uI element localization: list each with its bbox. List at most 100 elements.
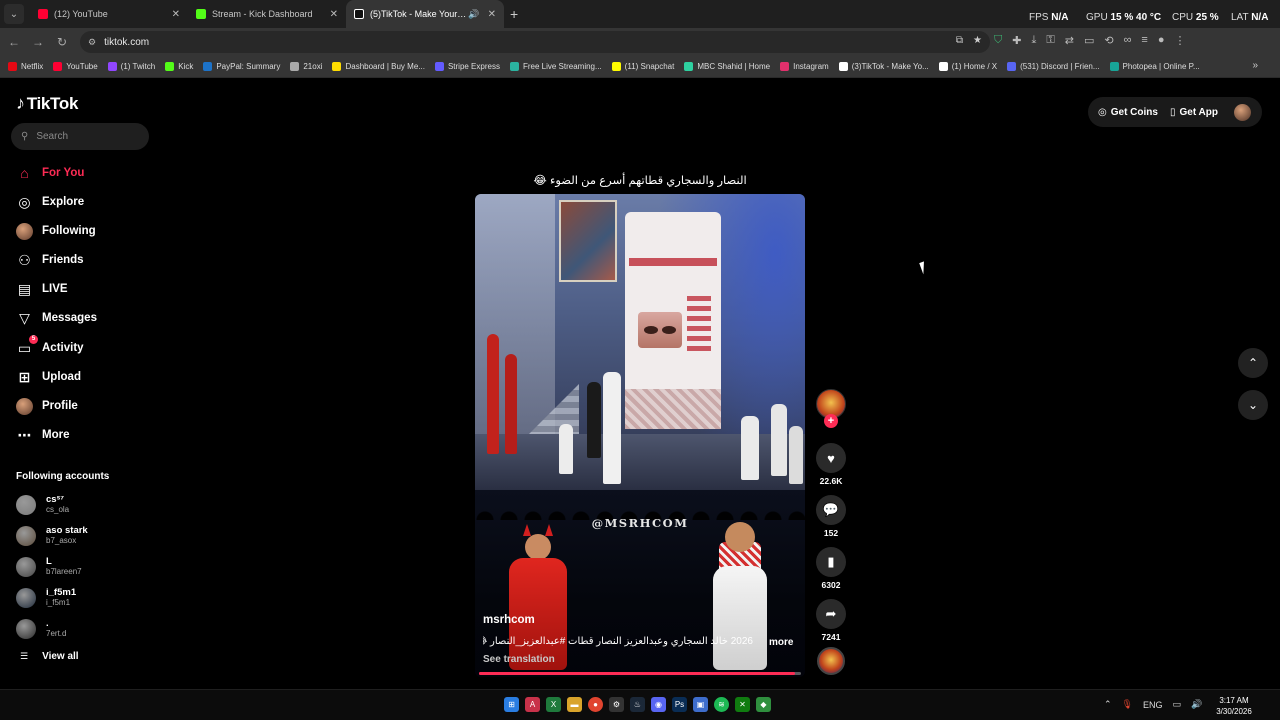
back-icon[interactable]: ← bbox=[2, 35, 26, 49]
bookmark-item[interactable]: Stripe Express bbox=[434, 62, 500, 71]
like-button[interactable]: ♥ bbox=[816, 443, 846, 473]
bookmark-item[interactable]: (1) Home / X bbox=[938, 62, 997, 71]
sidebar-item-more[interactable]: ⋯ More bbox=[16, 424, 70, 446]
follow-plus-icon[interactable]: + bbox=[824, 414, 838, 428]
video-player[interactable]: @MSRHCOM msrhcom 2026 خالد السجاري وعبدا… bbox=[475, 194, 805, 677]
extensions-icon[interactable]: ✚ bbox=[1012, 34, 1021, 47]
xbox-icon[interactable]: ✕ bbox=[735, 697, 750, 712]
new-tab-icon[interactable]: + bbox=[510, 6, 530, 22]
excel-icon[interactable]: X bbox=[546, 697, 561, 712]
speaker-icon[interactable]: 🔊 bbox=[468, 9, 479, 20]
translate-icon[interactable]: ⇄ bbox=[1065, 34, 1074, 47]
forward-icon[interactable]: → bbox=[26, 35, 50, 49]
windows-start-icon[interactable]: ⊞ bbox=[504, 697, 519, 712]
tray-overflow-icon[interactable]: ⌃ bbox=[1104, 699, 1112, 710]
chrome-icon[interactable]: ● bbox=[588, 697, 603, 712]
bookmark-item[interactable]: (11) Snapchat bbox=[611, 62, 674, 71]
settings-icon[interactable]: ⚙ bbox=[609, 697, 624, 712]
card-icon[interactable]: ▭ bbox=[1084, 34, 1094, 47]
tab-youtube[interactable]: (12) YouTube ✕ bbox=[30, 0, 188, 28]
bookmark-item[interactable]: Kick bbox=[165, 62, 193, 71]
sidebar-item-activity[interactable]: ▭ 5 Activity bbox=[16, 334, 84, 359]
profile-avatar-icon[interactable]: ● bbox=[1158, 34, 1165, 47]
kebab-menu-icon[interactable]: ⋮ bbox=[1174, 34, 1185, 47]
video-progress-bar[interactable] bbox=[479, 672, 801, 675]
next-video-button[interactable]: ⌄ bbox=[1238, 390, 1268, 420]
sidebar-item-friends[interactable]: ⚇ Friends bbox=[16, 249, 83, 271]
bookmark-item[interactable]: Free Live Streaming... bbox=[509, 62, 602, 71]
sidebar-item-explore[interactable]: ◎ Explore bbox=[16, 191, 84, 213]
key-icon[interactable]: ⚿ bbox=[1046, 34, 1054, 47]
bookmark-item[interactable]: Instagram bbox=[780, 62, 829, 71]
bookmark-item[interactable]: Netflix bbox=[8, 62, 43, 71]
discord-icon[interactable]: ◉ bbox=[651, 697, 666, 712]
sidebar-item-messages[interactable]: ▽ Messages bbox=[16, 307, 97, 329]
bookmark-item[interactable]: (531) Discord | Frien... bbox=[1007, 62, 1100, 71]
tab-kick-dashboard[interactable]: Stream - Kick Dashboard ✕ bbox=[188, 0, 346, 28]
see-translation-link[interactable]: See translation bbox=[483, 654, 555, 665]
sidebar-item-live[interactable]: ▤ LIVE bbox=[16, 278, 68, 300]
app-icon[interactable]: ▣ bbox=[693, 697, 708, 712]
following-account[interactable]: . 7ert.d bbox=[16, 618, 66, 639]
steam-icon[interactable]: ♨ bbox=[630, 697, 645, 712]
bookmark-item[interactable]: (3)TikTok - Make Yo... bbox=[838, 62, 929, 71]
get-app-button[interactable]: ▯ Get App bbox=[1170, 107, 1218, 118]
cast-icon[interactable]: ⧉ bbox=[956, 35, 963, 46]
close-icon[interactable]: ✕ bbox=[330, 9, 338, 20]
file-explorer-icon[interactable]: ▬ bbox=[567, 697, 582, 712]
bookmark-item[interactable]: PayPal: Summary bbox=[203, 62, 280, 71]
following-account[interactable]: aso stark b7_asox bbox=[16, 525, 88, 546]
bookmark-item[interactable]: MBC Shahid | Home bbox=[684, 62, 770, 71]
link-icon[interactable]: ∞ bbox=[1124, 34, 1132, 47]
photoshop-icon[interactable]: Ps bbox=[672, 697, 687, 712]
share-button[interactable]: ➦ bbox=[816, 599, 846, 629]
tab-tiktok[interactable]: (5)TikTok - Make Your Day 🔊 ✕ bbox=[346, 0, 504, 28]
network-icon[interactable]: ▭ bbox=[1173, 699, 1182, 710]
bookmarks-overflow-icon[interactable]: » bbox=[1252, 60, 1258, 71]
bookmark-item[interactable]: YouTube bbox=[53, 62, 98, 71]
bookmark-item[interactable]: Photopea | Online P... bbox=[1109, 62, 1200, 71]
bookmark-item[interactable]: 21oxi bbox=[290, 62, 322, 71]
sidebar-item-profile[interactable]: Profile bbox=[16, 395, 78, 417]
language-indicator[interactable]: ENG bbox=[1143, 700, 1163, 710]
history-icon[interactable]: ⟲ bbox=[1104, 34, 1113, 47]
close-icon[interactable]: ✕ bbox=[488, 9, 496, 20]
bookmark-label: Kick bbox=[178, 62, 194, 71]
search-input[interactable] bbox=[36, 131, 137, 142]
get-coins-button[interactable]: ◎ Get Coins bbox=[1098, 107, 1158, 118]
address-bar[interactable]: ⚙ tiktok.com ⧉ ★ bbox=[80, 31, 990, 53]
my-avatar[interactable] bbox=[1234, 104, 1251, 121]
following-account[interactable]: Lb7lareen7 bbox=[16, 556, 82, 577]
app-icon[interactable]: A bbox=[525, 697, 540, 712]
tiktok-logo[interactable]: ♪ TikTok bbox=[16, 93, 78, 114]
music-disc[interactable] bbox=[817, 647, 845, 675]
reload-icon[interactable]: ↻ bbox=[50, 35, 74, 49]
save-button[interactable]: ▮ bbox=[816, 547, 846, 577]
spotify-icon[interactable]: ≋ bbox=[714, 697, 729, 712]
volume-icon[interactable]: 🔊 bbox=[1191, 699, 1202, 710]
search-box[interactable]: ⚲ bbox=[11, 123, 149, 150]
app-icon[interactable]: ◆ bbox=[756, 697, 771, 712]
previous-video-button[interactable]: ⌃ bbox=[1238, 348, 1268, 378]
tab-search-icon[interactable]: ⌄ bbox=[4, 4, 24, 24]
tab-list-icon[interactable]: ≡ bbox=[1141, 34, 1147, 47]
scene-person bbox=[559, 424, 573, 474]
more-button[interactable]: more bbox=[769, 637, 793, 648]
microphone-icon[interactable]: 🎙 bbox=[1122, 699, 1133, 710]
close-icon[interactable]: ✕ bbox=[172, 9, 180, 20]
comment-button[interactable]: 💬 bbox=[816, 495, 846, 525]
site-info-icon[interactable]: ⚙ bbox=[88, 37, 96, 48]
following-account[interactable]: i_f5m1 i_f5m1 bbox=[16, 587, 76, 608]
bookmark-item[interactable]: (1) Twitch bbox=[107, 62, 155, 71]
video-author[interactable]: msrhcom bbox=[483, 614, 535, 626]
sidebar-item-following[interactable]: Following bbox=[16, 220, 96, 242]
following-account[interactable]: csˢ⁷ cs_ola bbox=[16, 494, 69, 515]
view-all-link[interactable]: ☰ View all bbox=[20, 651, 79, 662]
bookmark-item[interactable]: Dashboard | Buy Me... bbox=[332, 62, 425, 71]
sidebar-item-for-you[interactable]: ⌂ For You bbox=[16, 162, 84, 184]
sidebar-item-upload[interactable]: ⊞ Upload bbox=[16, 366, 81, 388]
taskbar-clock[interactable]: 3:17 AM 3/30/2026 bbox=[1212, 695, 1256, 717]
shield-icon[interactable]: ⛉ bbox=[994, 34, 1002, 47]
download-icon[interactable]: ⤓ bbox=[1031, 34, 1036, 47]
bookmark-star-icon[interactable]: ★ bbox=[973, 35, 982, 46]
